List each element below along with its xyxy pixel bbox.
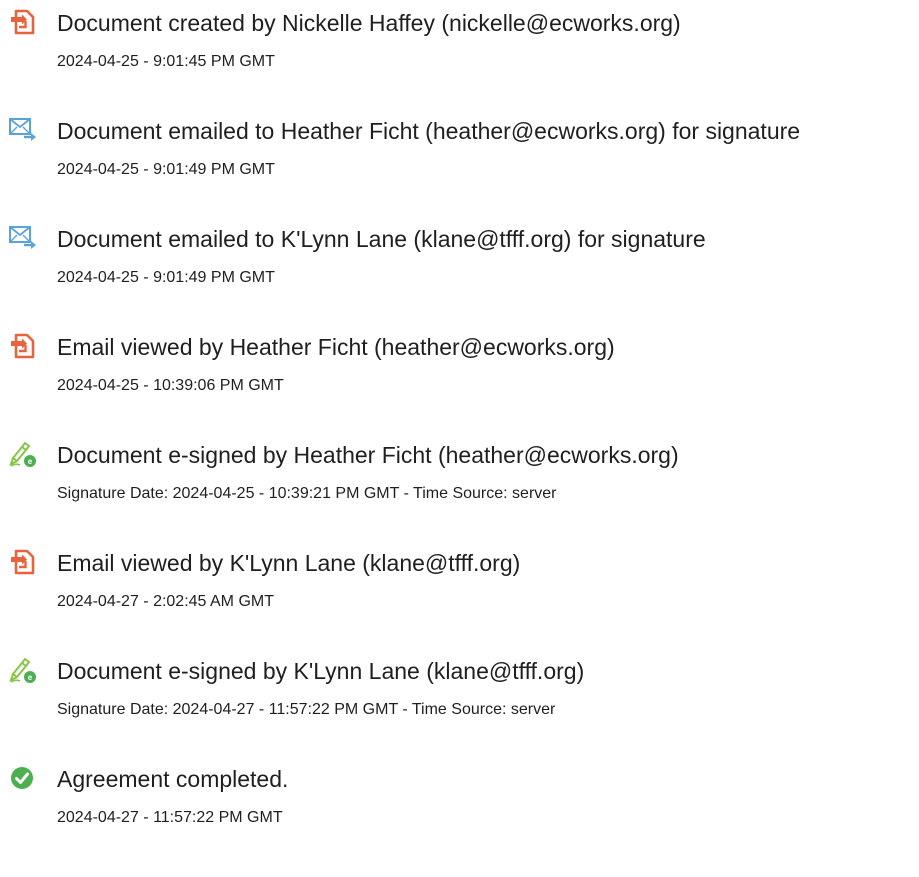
event-title: Document e-signed by Heather Ficht (heat…	[57, 442, 679, 468]
email-viewed-icon	[8, 547, 38, 577]
event-title: Document emailed to Heather Ficht (heath…	[57, 118, 801, 144]
event-title: Email viewed by Heather Ficht (heather@e…	[57, 334, 615, 360]
event-timestamp: 2024-04-25 - 9:01:49 PM GMT	[57, 161, 275, 178]
audit-event: Document emailed to Heather Ficht (heath…	[0, 115, 919, 195]
e-signature-icon: e	[8, 655, 38, 685]
audit-event: Email viewed by K'Lynn Lane (klane@tfff.…	[0, 547, 919, 627]
event-timestamp: 2024-04-27 - 2:02:45 AM GMT	[57, 593, 274, 610]
svg-text:e: e	[28, 673, 33, 682]
email-sent-icon	[8, 115, 38, 145]
email-sent-icon	[8, 223, 38, 253]
event-title: Email viewed by K'Lynn Lane (klane@tfff.…	[57, 550, 521, 576]
document-created-icon	[8, 7, 38, 37]
agreement-completed-icon	[8, 763, 38, 793]
email-viewed-icon	[8, 331, 38, 361]
audit-event: Document emailed to K'Lynn Lane (klane@t…	[0, 223, 919, 303]
svg-text:e: e	[28, 457, 33, 466]
event-timestamp: 2024-04-27 - 11:57:22 PM GMT	[57, 809, 283, 826]
audit-event: e Document e-signed by K'Lynn Lane (klan…	[0, 655, 919, 735]
event-title: Document emailed to K'Lynn Lane (klane@t…	[57, 226, 706, 252]
audit-event: Email viewed by Heather Ficht (heather@e…	[0, 331, 919, 411]
event-title: Agreement completed.	[57, 766, 289, 792]
audit-event: Document created by Nickelle Haffey (nic…	[0, 7, 919, 87]
event-title: Document e-signed by K'Lynn Lane (klane@…	[57, 658, 585, 684]
event-timestamp: Signature Date: 2024-04-25 - 10:39:21 PM…	[57, 485, 557, 502]
event-timestamp: 2024-04-25 - 9:01:45 PM GMT	[57, 53, 275, 70]
event-title: Document created by Nickelle Haffey (nic…	[57, 10, 681, 36]
event-timestamp: Signature Date: 2024-04-27 - 11:57:22 PM…	[57, 701, 556, 718]
event-timestamp: 2024-04-25 - 9:01:49 PM GMT	[57, 269, 275, 286]
e-signature-icon: e	[8, 439, 38, 469]
audit-event: Agreement completed. 2024-04-27 - 11:57:…	[0, 763, 919, 843]
audit-event: e Document e-signed by Heather Ficht (he…	[0, 439, 919, 519]
event-timestamp: 2024-04-25 - 10:39:06 PM GMT	[57, 377, 284, 394]
